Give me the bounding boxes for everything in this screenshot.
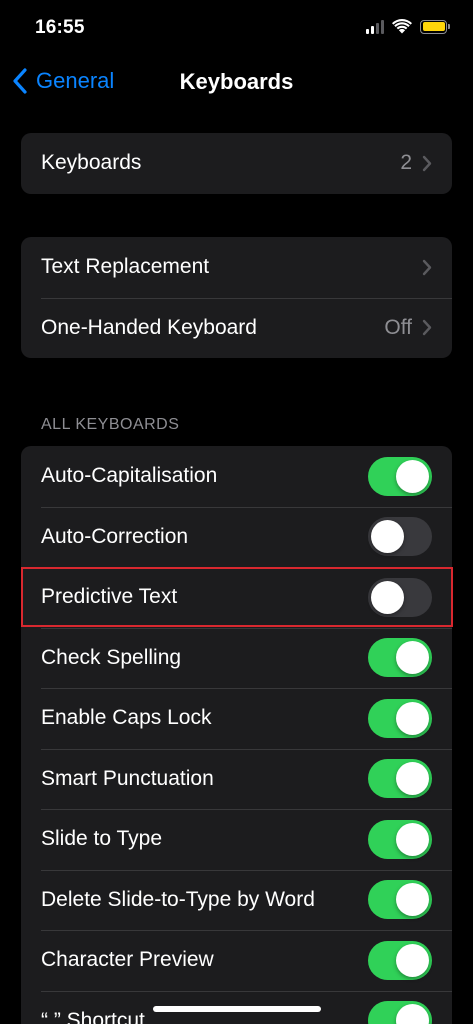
battery-icon <box>420 19 450 34</box>
row-value: 2 <box>400 151 412 175</box>
row-label: Text Replacement <box>41 255 210 279</box>
delete-slide-to-type-by-word-row: Delete Slide-to-Type by Word <box>21 869 452 931</box>
cellular-signal-icon <box>366 19 384 34</box>
wifi-icon <box>392 19 412 34</box>
auto-correction-row: Auto-Correction <box>21 506 452 568</box>
keyboard-options-group: Text Replacement One-Handed Keyboard Off <box>21 237 452 358</box>
status-bar: 16:55 <box>0 0 473 56</box>
row-label: Predictive Text <box>41 585 178 609</box>
row-label: One-Handed Keyboard <box>41 315 257 339</box>
row-label: Delete Slide-to-Type by Word <box>41 887 315 911</box>
status-time: 16:55 <box>35 17 85 38</box>
home-indicator <box>153 1006 321 1012</box>
chevron-right-icon <box>422 155 432 172</box>
period-shortcut-toggle[interactable] <box>368 1001 432 1024</box>
character-preview-toggle[interactable] <box>368 940 432 980</box>
text-replacement-row[interactable]: Text Replacement <box>21 237 452 298</box>
slide-to-type-row: Slide to Type <box>21 809 452 870</box>
check-spelling-toggle[interactable] <box>368 638 432 678</box>
auto-capitalisation-row: Auto-Capitalisation <box>21 446 452 507</box>
navigation-bar: General Keyboards <box>0 56 473 110</box>
keyboards-group: Keyboards 2 <box>21 133 452 194</box>
status-icons <box>366 19 450 34</box>
chevron-right-icon <box>422 259 432 276</box>
predictive-text-toggle[interactable] <box>368 577 432 617</box>
smart-punctuation-toggle[interactable] <box>368 759 432 799</box>
row-label: Enable Caps Lock <box>41 706 212 730</box>
row-label: Auto-Correction <box>41 524 189 548</box>
row-label: Slide to Type <box>41 827 163 851</box>
row-label: Character Preview <box>41 948 214 972</box>
check-spelling-row: Check Spelling <box>21 627 452 689</box>
character-preview-row: Character Preview <box>21 930 452 991</box>
section-header-all-keyboards: ALL KEYBOARDS <box>41 416 180 433</box>
auto-correction-toggle[interactable] <box>368 517 432 557</box>
enable-caps-lock-toggle[interactable] <box>368 698 432 738</box>
row-label: Auto-Capitalisation <box>41 464 218 488</box>
battery-level <box>422 22 445 31</box>
enable-caps-lock-row: Enable Caps Lock <box>21 688 452 749</box>
settings-screen: 16:55 General Keyboards Keyboards 2 Text… <box>0 0 473 1024</box>
slide-to-type-toggle[interactable] <box>368 819 432 859</box>
row-label: Smart Punctuation <box>41 766 214 790</box>
chevron-right-icon <box>422 319 432 336</box>
one-handed-keyboard-row[interactable]: One-Handed Keyboard Off <box>21 297 452 359</box>
smart-punctuation-row: Smart Punctuation <box>21 748 452 810</box>
row-label: Check Spelling <box>41 645 182 669</box>
delete-slide-to-type-by-word-toggle[interactable] <box>368 880 432 920</box>
keyboards-row[interactable]: Keyboards 2 <box>21 133 452 194</box>
row-value: Off <box>384 315 412 339</box>
all-keyboards-group: Auto-Capitalisation Auto-Correction Pred… <box>21 446 452 1024</box>
predictive-text-row: Predictive Text <box>21 567 452 628</box>
page-title: Keyboards <box>179 69 294 94</box>
row-label: Keyboards <box>41 151 142 175</box>
auto-capitalisation-toggle[interactable] <box>368 456 432 496</box>
